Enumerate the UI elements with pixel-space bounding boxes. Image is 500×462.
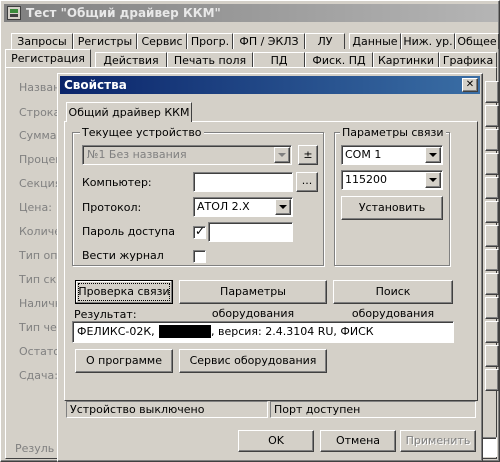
side-label-cash: Наличн: [19, 297, 62, 310]
side-label-section: Секция: [19, 177, 62, 190]
port-select[interactable]: COM 1: [341, 145, 443, 165]
right-edge-button-11[interactable]: [485, 321, 499, 343]
side-label-sum: Сумма:: [19, 129, 61, 142]
tab-dannye[interactable]: Данные: [349, 33, 401, 49]
port-select-value: COM 1: [345, 148, 382, 161]
dialog-title: Свойства: [64, 78, 127, 92]
main-title: Тест "Общий драйвер ККМ": [26, 6, 221, 20]
tab-registry[interactable]: Регистры: [73, 33, 137, 49]
tab-fisk-pd[interactable]: Фиск. ПД: [305, 52, 373, 68]
device-select[interactable]: №1 Без названия: [82, 145, 292, 165]
protocol-select-arrow[interactable]: [275, 199, 291, 215]
right-edge-button-4[interactable]: [485, 153, 499, 175]
right-edge-button-2[interactable]: [485, 105, 499, 127]
tab-kartinki[interactable]: Картинки: [373, 52, 439, 68]
right-edge-button-1[interactable]: [485, 81, 499, 103]
plus-minus-icon: ±: [303, 148, 313, 161]
password-checkbox[interactable]: ✓: [193, 224, 206, 239]
right-edge-button-3[interactable]: [485, 129, 499, 151]
chevron-down-icon: [429, 178, 437, 182]
check-connection-button[interactable]: Проверка связи: [75, 280, 173, 304]
port-select-arrow[interactable]: [425, 147, 441, 163]
equipment-params-button[interactable]: Параметры оборудования: [179, 280, 327, 320]
side-label-change: Сдача:: [19, 369, 58, 382]
log-label: Вести журнал: [82, 249, 164, 262]
status-device-text: Устройство выключено: [70, 403, 205, 416]
tab-obshee[interactable]: Общее: [455, 33, 499, 49]
browse-computer-button[interactable]: ...: [296, 172, 318, 192]
dialog-titlebar: Свойства ✕: [60, 76, 480, 94]
main-tabs-row1: Запросы Регистры Сервис Прогр. ФП / ЭКЛЗ…: [5, 31, 500, 49]
tab-zaprosy[interactable]: Запросы: [11, 33, 73, 49]
result-prefix: ФЕЛИКС-02К,: [77, 325, 159, 338]
properties-dialog: Свойства ✕ Общий драйвер ККМ Текущее уст…: [57, 73, 483, 462]
close-icon: ✕: [465, 79, 475, 90]
tab-grafika[interactable]: Графика: [439, 52, 497, 68]
computer-label: Компьютер:: [82, 176, 152, 189]
protocol-select[interactable]: АТОЛ 2.X: [193, 197, 293, 217]
right-edge-button-5[interactable]: [485, 177, 499, 199]
tab-progr[interactable]: Прогр.: [187, 33, 233, 49]
plus-minus-button[interactable]: ±: [298, 145, 318, 165]
result-field: ФЕЛИКС-02К, , версия: 2.4.3104 RU, ФИСК: [72, 321, 454, 343]
tab-pd[interactable]: ПД: [253, 52, 305, 68]
tab-service[interactable]: Сервис: [137, 33, 187, 49]
connection-group-title: Параметры связи: [340, 126, 446, 139]
password-input[interactable]: [208, 222, 293, 242]
tab-nizh-ur[interactable]: Ниж. ур.: [401, 33, 455, 49]
dialog-close-button[interactable]: ✕: [462, 78, 478, 92]
tab-registration[interactable]: Регистрация: [5, 49, 91, 68]
baud-select[interactable]: 115200: [341, 170, 443, 190]
status-port-text: Порт доступен: [274, 403, 361, 416]
right-edge-button-9[interactable]: [485, 273, 499, 295]
right-edge-button-8[interactable]: [485, 249, 499, 271]
right-edge-button-12[interactable]: [485, 345, 499, 367]
ok-button[interactable]: OK: [238, 430, 314, 452]
log-checkbox[interactable]: [193, 250, 206, 263]
right-edge-button-13[interactable]: [485, 369, 499, 391]
status-port: Порт доступен: [270, 401, 476, 418]
protocol-label: Протокол:: [82, 201, 142, 214]
cancel-button[interactable]: Отмена: [320, 430, 396, 452]
chevron-down-icon: [278, 153, 286, 157]
bottom-result-label: Резуль: [15, 442, 55, 455]
dialog-tab-general[interactable]: Общий драйвер ККМ: [66, 102, 192, 122]
redacted-block: [159, 325, 211, 338]
side-label-qty: Количе: [19, 225, 61, 238]
right-edge-button-10[interactable]: [485, 297, 499, 319]
right-edge-button-7[interactable]: [485, 225, 499, 247]
side-label-percent: Процен: [19, 153, 63, 166]
protocol-select-value: АТОЛ 2.X: [197, 200, 250, 213]
baud-select-arrow[interactable]: [425, 172, 441, 188]
chevron-down-icon: [429, 153, 437, 157]
tab-lu[interactable]: ЛУ: [305, 33, 345, 49]
set-connection-button[interactable]: Установить: [341, 196, 443, 220]
tab-fp-eklz[interactable]: ФП / ЭКЛЗ: [233, 33, 305, 49]
side-label-name: Назван: [19, 81, 61, 94]
device-select-arrow[interactable]: [274, 147, 290, 163]
chevron-down-icon: [279, 205, 287, 209]
equipment-service-button[interactable]: Сервис оборудования: [179, 349, 327, 373]
status-device: Устройство выключено: [66, 401, 268, 418]
baud-select-value: 115200: [345, 173, 387, 186]
tab-deystviya[interactable]: Действия: [95, 52, 167, 68]
password-label: Пароль доступа: [82, 225, 175, 238]
main-tabs-row2: Регистрация Действия Печать поля ПД Фиск…: [5, 49, 500, 68]
main-titlebar: Тест "Общий драйвер ККМ": [4, 4, 498, 22]
side-label-line: Строка: [19, 106, 61, 119]
tab-pechat-polya[interactable]: Печать поля: [167, 52, 253, 68]
about-button[interactable]: О программе: [75, 349, 173, 373]
computer-input[interactable]: [193, 172, 293, 192]
apply-button[interactable]: Применить: [400, 430, 476, 452]
check-icon: ✓: [195, 224, 206, 238]
result-suffix: , версия: 2.4.3104 RU, ФИСК: [211, 325, 374, 338]
device-group-title: Текущее устройство: [80, 126, 204, 139]
app-icon: [7, 6, 21, 20]
search-equipment-button[interactable]: Поиск оборудования: [333, 280, 453, 320]
side-label-price: Цена:: [19, 201, 52, 214]
right-edge-button-6[interactable]: [485, 201, 499, 223]
result-label: Результат:: [74, 308, 137, 321]
device-select-value: №1 Без названия: [87, 148, 187, 161]
